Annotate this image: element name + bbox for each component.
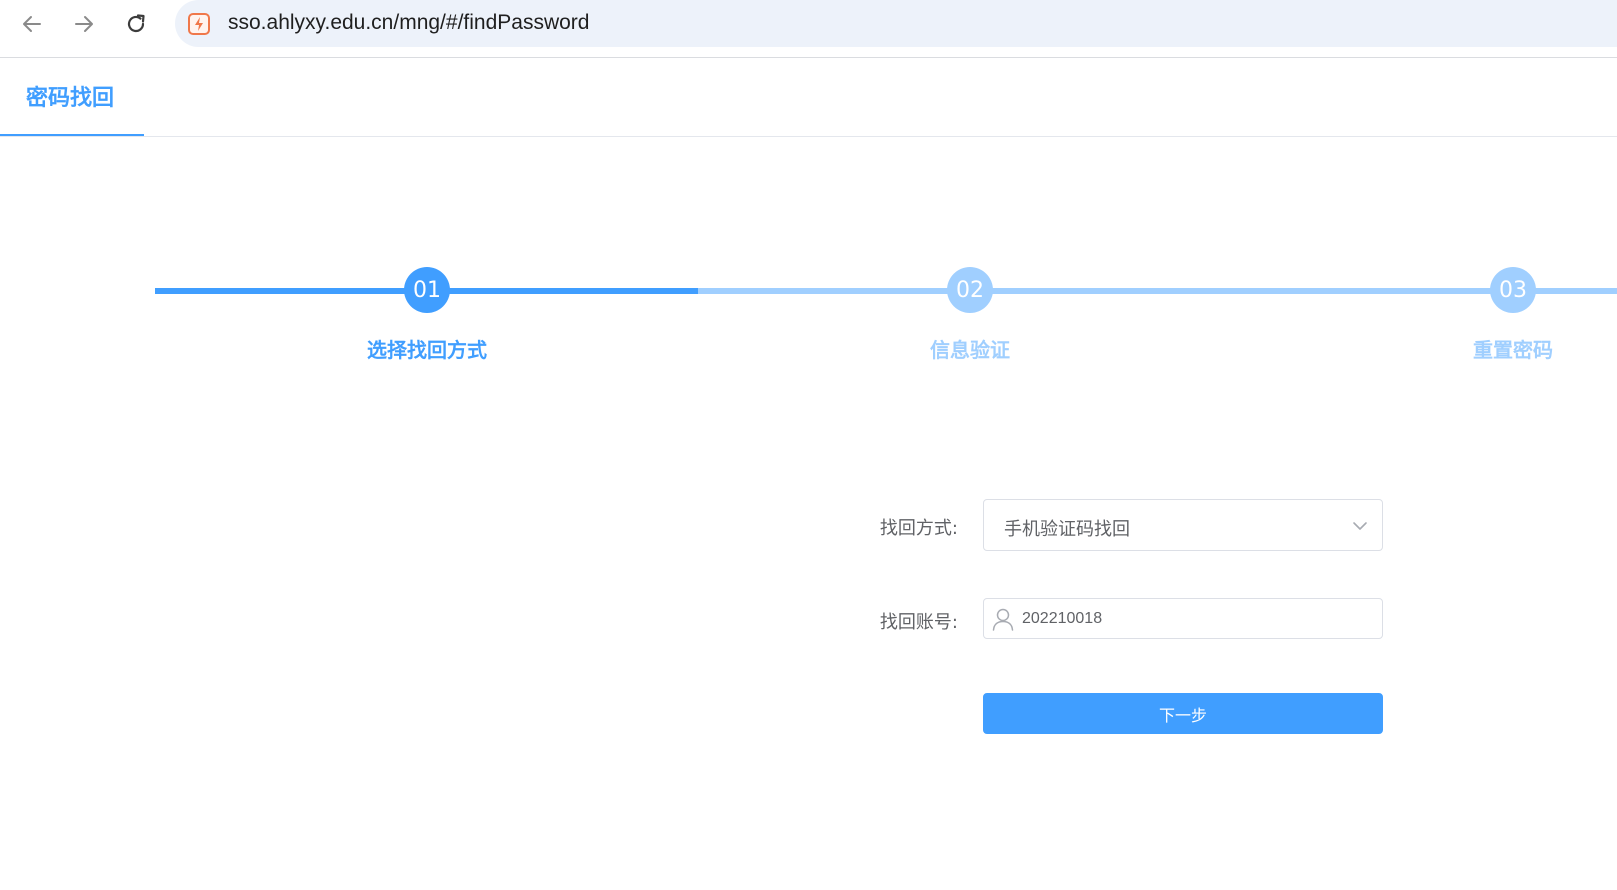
step-2-label: 信息验证 — [930, 338, 1010, 362]
steps-progress: 01 02 03 选择找回方式 信息验证 重置密码 — [0, 250, 1617, 370]
method-label: 找回方式: — [879, 518, 958, 539]
browser-toolbar: sso.ahlyxy.edu.cn/mng/#/findPassword — [0, 0, 1617, 58]
reload-icon[interactable] — [121, 9, 151, 39]
page-tabs: 密码找回 — [0, 58, 1617, 137]
next-button[interactable]: 下一步 — [983, 693, 1383, 734]
forward-icon[interactable] — [69, 9, 99, 39]
step-3-label: 重置密码 — [1473, 338, 1553, 362]
account-label: 找回账号: — [879, 612, 958, 633]
url-text[interactable]: sso.ahlyxy.edu.cn/mng/#/findPassword — [228, 11, 589, 35]
tab-password-recovery[interactable]: 密码找回 — [0, 58, 144, 136]
account-input-wrapper — [983, 598, 1383, 639]
step-1-label: 选择找回方式 — [367, 338, 487, 362]
address-bar[interactable]: sso.ahlyxy.edu.cn/mng/#/findPassword — [175, 0, 1617, 47]
step-line-pending — [698, 288, 1617, 294]
account-input[interactable] — [1022, 599, 1372, 638]
step-3-circle: 03 — [1490, 267, 1536, 313]
site-icon — [187, 12, 211, 36]
step-1-circle: 01 — [404, 267, 450, 313]
back-icon[interactable] — [17, 9, 47, 39]
chevron-down-icon — [1353, 522, 1367, 530]
user-icon — [992, 608, 1014, 631]
method-select[interactable]: 手机验证码找回 — [983, 499, 1383, 551]
step-2-circle: 02 — [947, 267, 993, 313]
method-select-value: 手机验证码找回 — [1004, 519, 1130, 540]
